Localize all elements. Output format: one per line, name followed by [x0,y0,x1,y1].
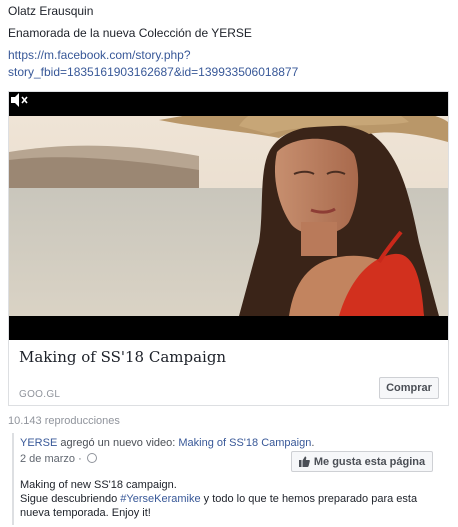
card-domain: GOO.GL [19,389,61,400]
like-page-label[interactable]: Me gusta esta página [314,456,425,468]
hashtag-link[interactable]: #YerseKeramike [120,493,200,505]
shared-date-text[interactable]: 2 de marzo · [20,453,85,465]
shared-period: . [311,437,315,449]
globe-icon [86,453,97,463]
like-page-button[interactable]: Me gusta esta página [291,451,433,472]
view-count: 10.143 reproducciones [8,415,120,427]
thumbs-up-icon [298,456,310,467]
post-text: Enamorada de la nueva Colección de YERSE [8,26,252,40]
post-link-line1[interactable]: https://m.facebook.com/story.php? [8,48,191,62]
video-player[interactable] [9,92,448,340]
shared-description: Making of new SS'18 campaign. Sigue desc… [20,478,450,520]
post-link-line2[interactable]: story_fbid=1835161903162687&id=139933506… [8,65,298,79]
page-name-link[interactable]: YERSE [20,437,57,449]
shared-body-line1: Making of new SS'18 campaign. [20,479,177,491]
link-preview-card[interactable]: Making of SS'18 Campaign GOO.GL Comprar [8,91,449,406]
shared-date[interactable]: 2 de marzo · [20,453,97,465]
shared-body-pre: Sigue descubriendo [20,493,121,505]
buy-button[interactable]: Comprar [379,377,439,399]
post-author[interactable]: Olatz Erausquin [8,4,93,18]
speaker-muted-icon[interactable] [9,92,29,108]
video-frame [9,92,448,340]
post-link[interactable]: https://m.facebook.com/story.php? story_… [8,47,448,81]
shared-video-attachment: YERSE agregó un nuevo video: Making of S… [12,433,452,525]
card-title[interactable]: Making of SS'18 Campaign [19,348,226,366]
shared-video-title-link[interactable]: Making of SS'18 Campaign [178,437,311,449]
shared-action-text: agregó un nuevo video: [57,437,179,449]
shared-header: YERSE agregó un nuevo video: Making of S… [20,437,314,449]
